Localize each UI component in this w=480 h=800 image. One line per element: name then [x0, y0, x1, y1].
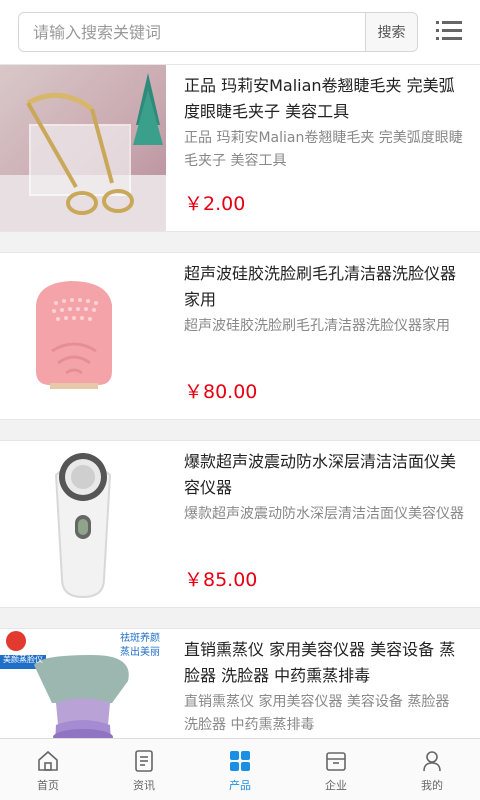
- bottom-tab-bar: 首页 资讯 产品 企业 我的: [0, 738, 480, 800]
- sonic-cleansing-brush-image[interactable]: [0, 441, 166, 607]
- menu-button[interactable]: [434, 16, 464, 46]
- tab-news[interactable]: 资讯: [96, 739, 192, 800]
- product-info: 正品 玛莉安Malian卷翘睫毛夹 完美弧度眼睫毛夹子 美容工具 正品 玛莉安M…: [184, 73, 466, 173]
- product-list: 正品 玛莉安Malian卷翘睫毛夹 完美弧度眼睫毛夹子 美容工具 正品 玛莉安M…: [0, 64, 480, 800]
- product-description: 爆款超声波震动防水深层清洁洁面仪美容仪器: [184, 506, 464, 522]
- tab-company[interactable]: 企业: [288, 739, 384, 800]
- tab-label: 我的: [421, 779, 443, 792]
- product-info: 超声波硅胶洗脸刷毛孔清洁器洗脸仪器家用 超声波硅胶洗脸刷毛孔清洁器洗脸仪器家用: [184, 261, 466, 361]
- search-input[interactable]: [19, 13, 365, 51]
- tab-label: 资讯: [133, 779, 155, 792]
- tab-home[interactable]: 首页: [0, 739, 96, 800]
- home-icon: [38, 750, 58, 771]
- product-item[interactable]: 正品 玛莉安Malian卷翘睫毛夹 完美弧度眼睫毛夹子 美容工具 正品 玛莉安M…: [0, 64, 480, 232]
- product-title[interactable]: 爆款超声波震动防水深层清洁洁面仪美容仪器: [184, 449, 466, 501]
- product-price: ￥85.00: [184, 569, 258, 591]
- user-icon: [423, 751, 441, 772]
- search-button[interactable]: 搜索: [365, 13, 417, 51]
- grid-icon: [230, 751, 250, 771]
- product-description: 正品 玛莉安Malian卷翘睫毛夹 完美弧度眼睫毛夹子 美容工具: [184, 130, 463, 169]
- steamer-badge-left: 美颜蒸脸仪: [3, 655, 43, 664]
- eyelash-curler-image[interactable]: [0, 65, 166, 231]
- silicone-face-brush-image[interactable]: [0, 253, 166, 419]
- news-icon: [135, 750, 153, 772]
- product-item[interactable]: 爆款超声波震动防水深层清洁洁面仪美容仪器 爆款超声波震动防水深层清洁洁面仪美容仪…: [0, 440, 480, 608]
- tab-label: 产品: [229, 779, 251, 792]
- tab-products[interactable]: 产品: [192, 739, 288, 800]
- product-item[interactable]: 超声波硅胶洗脸刷毛孔清洁器洗脸仪器家用 超声波硅胶洗脸刷毛孔清洁器洗脸仪器家用 …: [0, 252, 480, 420]
- product-price: ￥2.00: [184, 193, 246, 215]
- product-title[interactable]: 直销熏蒸仪 家用美容仪器 美容设备 蒸脸器 洗脸器 中药熏蒸排毒: [184, 637, 466, 689]
- top-bar: 搜索: [0, 0, 480, 64]
- company-icon: [326, 752, 346, 771]
- product-description: 直销熏蒸仪 家用美容仪器 美容设备 蒸脸器 洗脸器 中药熏蒸排毒: [184, 694, 450, 733]
- steamer-badge-right-2: 蒸出美丽: [120, 647, 160, 658]
- list-menu-icon: [436, 21, 462, 40]
- tab-label: 首页: [37, 779, 59, 792]
- tab-label: 企业: [325, 779, 347, 792]
- product-description: 超声波硅胶洗脸刷毛孔清洁器洗脸仪器家用: [184, 318, 450, 334]
- product-title[interactable]: 正品 玛莉安Malian卷翘睫毛夹 完美弧度眼睫毛夹子 美容工具: [184, 73, 466, 125]
- tab-mine[interactable]: 我的: [384, 739, 480, 800]
- steamer-badge-right-1: 祛斑养颜: [120, 633, 160, 644]
- product-info: 直销熏蒸仪 家用美容仪器 美容设备 蒸脸器 洗脸器 中药熏蒸排毒 直销熏蒸仪 家…: [184, 637, 466, 737]
- product-title[interactable]: 超声波硅胶洗脸刷毛孔清洁器洗脸仪器家用: [184, 261, 466, 313]
- product-info: 爆款超声波震动防水深层清洁洁面仪美容仪器 爆款超声波震动防水深层清洁洁面仪美容仪…: [184, 449, 466, 549]
- search-box: 搜索: [18, 12, 418, 52]
- product-price: ￥80.00: [184, 381, 258, 403]
